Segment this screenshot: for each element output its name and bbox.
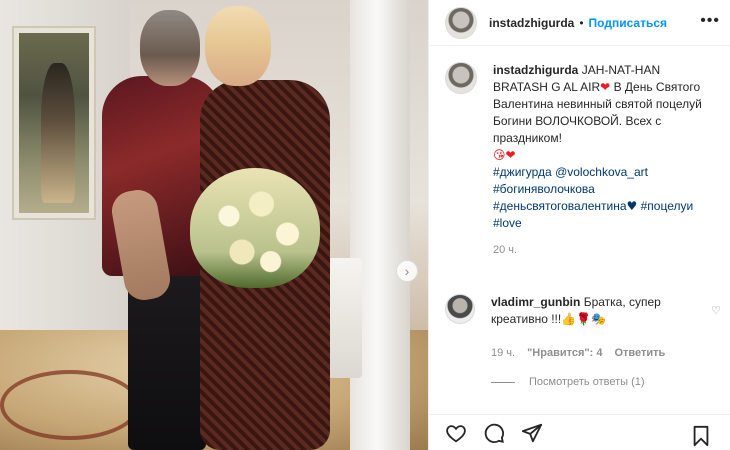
photo-painting <box>14 28 94 218</box>
replies-line <box>491 381 515 383</box>
comment-item: vladimr_gunbin Братка, супер креативно !… <box>445 294 725 328</box>
photo-woman-head <box>205 6 271 86</box>
post-sidebar: instadzhigurda • Подписаться ••• instadz… <box>428 0 730 450</box>
post-timestamp[interactable]: 20 ч. <box>493 242 715 259</box>
comment-icon <box>484 423 504 443</box>
save-button[interactable] <box>688 423 714 449</box>
heart-emoji: ❤ <box>600 80 611 94</box>
caption-emojis: 😘❤ <box>493 148 516 162</box>
mention-link[interactable]: @volochkova_art <box>555 165 648 179</box>
comments-section: instadzhigurda JAH-NAT-HAN BRATASH G AL … <box>429 62 730 259</box>
comment-meta: 19 ч. "Нравится": 4 Ответить <box>491 347 665 359</box>
photo-man-head <box>140 10 200 86</box>
comment-emojis: 👍🌹🎭 <box>561 312 607 326</box>
reply-button[interactable]: Ответить <box>614 347 665 359</box>
share-button[interactable] <box>519 420 545 446</box>
comment-likes[interactable]: "Нравится": 4 <box>527 347 602 359</box>
bookmark-icon <box>693 425 709 447</box>
comment-text: vladimr_gunbin Братка, супер креативно !… <box>491 294 691 328</box>
painting-figure <box>41 63 75 203</box>
post-header: instadzhigurda • Подписаться ••• <box>429 0 730 46</box>
send-icon <box>521 423 543 442</box>
post-photo[interactable]: › <box>0 0 428 450</box>
photo-bouquet <box>190 168 320 288</box>
caption: instadzhigurda JAH-NAT-HAN BRATASH G AL … <box>445 62 716 259</box>
hashtag-link[interactable]: #богиняволочкова <box>493 182 595 196</box>
header-dot: • <box>579 15 584 30</box>
floor-pattern <box>0 370 140 440</box>
view-replies-button[interactable]: Посмотреть ответы (1) <box>491 376 645 388</box>
author-avatar[interactable] <box>445 6 477 39</box>
commenter-username[interactable]: vladimr_gunbin <box>491 295 580 309</box>
hashtag-link[interactable]: #джигурда <box>493 165 552 179</box>
comment-like-icon[interactable]: ♡ <box>711 304 721 317</box>
next-photo-button[interactable]: › <box>396 260 418 282</box>
photo-column <box>350 0 410 450</box>
follow-button[interactable]: Подписаться <box>589 16 667 30</box>
heart-icon <box>446 424 466 442</box>
like-button[interactable] <box>443 420 469 446</box>
hashtag-link[interactable]: #поцелуи <box>641 199 694 213</box>
hashtag-link[interactable]: #деньсвятоговалентина <box>493 199 627 213</box>
view-replies-label: Посмотреть ответы (1) <box>529 376 645 388</box>
caption-text: instadzhigurda JAH-NAT-HAN BRATASH G AL … <box>493 62 715 259</box>
more-options-button[interactable]: ••• <box>700 12 720 30</box>
caption-avatar[interactable] <box>445 62 477 94</box>
hashtag-link[interactable]: #love <box>493 216 522 230</box>
action-bar <box>429 414 730 450</box>
author-username[interactable]: instadzhigurda <box>489 16 574 30</box>
comment-time[interactable]: 19 ч. <box>491 347 515 359</box>
caption-username[interactable]: instadzhigurda <box>493 63 578 77</box>
comment-button[interactable] <box>481 420 507 446</box>
blue-heart-emoji: ♥ <box>626 199 638 213</box>
commenter-avatar[interactable] <box>445 294 475 324</box>
